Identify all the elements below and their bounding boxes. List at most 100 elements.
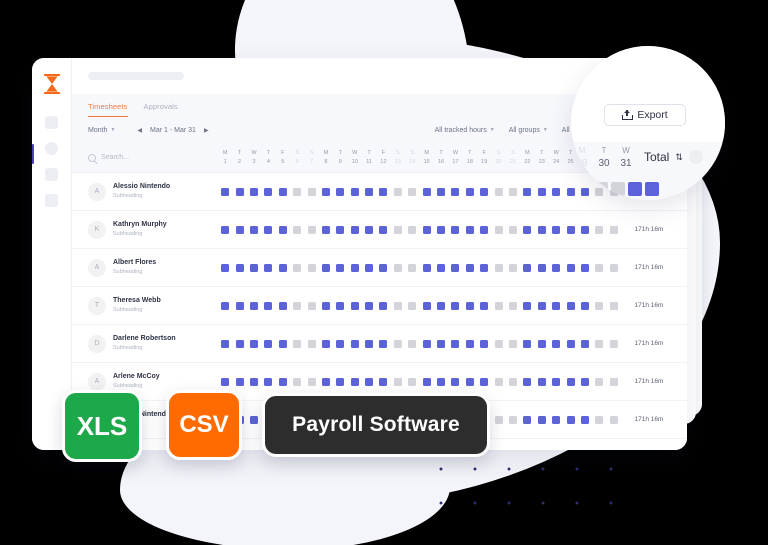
day-cell[interactable] bbox=[290, 377, 304, 386]
day-cell[interactable] bbox=[247, 377, 261, 386]
day-cell[interactable] bbox=[261, 339, 275, 348]
day-cell[interactable] bbox=[348, 263, 362, 272]
day-cell[interactable] bbox=[276, 187, 290, 196]
badge-xls[interactable]: XLS bbox=[62, 390, 142, 462]
day-cell[interactable] bbox=[391, 339, 405, 348]
day-cell[interactable] bbox=[434, 187, 448, 196]
day-cell[interactable] bbox=[592, 225, 606, 234]
day-cell[interactable] bbox=[261, 301, 275, 310]
day-cell[interactable] bbox=[477, 377, 491, 386]
day-cell[interactable] bbox=[319, 377, 333, 386]
day-cell[interactable] bbox=[463, 301, 477, 310]
day-cell[interactable] bbox=[463, 187, 477, 196]
day-cell[interactable] bbox=[448, 225, 462, 234]
day-cell[interactable] bbox=[304, 377, 318, 386]
day-cell[interactable] bbox=[477, 225, 491, 234]
day-cell[interactable] bbox=[477, 339, 491, 348]
day-cell[interactable] bbox=[304, 339, 318, 348]
day-cell[interactable] bbox=[290, 187, 304, 196]
day-cell[interactable] bbox=[376, 339, 390, 348]
day-cell[interactable] bbox=[405, 263, 419, 272]
badge-csv[interactable]: CSV bbox=[166, 390, 242, 460]
day-cell[interactable] bbox=[218, 187, 232, 196]
day-cell[interactable] bbox=[319, 187, 333, 196]
day-cell[interactable] bbox=[506, 339, 520, 348]
badge-payroll-software[interactable]: Payroll Software bbox=[262, 393, 490, 457]
day-cell[interactable] bbox=[333, 225, 347, 234]
day-cell[interactable] bbox=[592, 339, 606, 348]
day-cell[interactable] bbox=[434, 225, 448, 234]
day-cell[interactable] bbox=[491, 377, 505, 386]
day-cell[interactable] bbox=[247, 225, 261, 234]
day-cell[interactable] bbox=[290, 225, 304, 234]
day-cell[interactable] bbox=[304, 263, 318, 272]
day-cell[interactable] bbox=[434, 301, 448, 310]
day-cell[interactable] bbox=[477, 301, 491, 310]
day-cell[interactable] bbox=[578, 339, 592, 348]
sidebar-item-2[interactable] bbox=[45, 142, 58, 155]
groups-filter[interactable]: All groups ▼ bbox=[509, 127, 548, 134]
day-cell[interactable] bbox=[491, 301, 505, 310]
day-cell[interactable] bbox=[434, 263, 448, 272]
day-cell[interactable] bbox=[506, 301, 520, 310]
day-cell[interactable] bbox=[563, 301, 577, 310]
day-cell[interactable] bbox=[491, 263, 505, 272]
day-cell[interactable] bbox=[232, 263, 246, 272]
day-cell[interactable] bbox=[419, 339, 433, 348]
sidebar-item-4[interactable] bbox=[45, 194, 58, 207]
day-cell[interactable] bbox=[535, 187, 549, 196]
day-cell[interactable] bbox=[578, 377, 592, 386]
day-cell[interactable] bbox=[276, 301, 290, 310]
day-cell[interactable] bbox=[261, 377, 275, 386]
day-cell[interactable] bbox=[549, 415, 563, 424]
day-cell[interactable] bbox=[549, 301, 563, 310]
day-cell[interactable] bbox=[333, 187, 347, 196]
day-cell[interactable] bbox=[607, 225, 621, 234]
day-cell[interactable] bbox=[607, 301, 621, 310]
day-cell[interactable] bbox=[520, 263, 534, 272]
day-cell[interactable] bbox=[348, 339, 362, 348]
day-cell[interactable] bbox=[333, 301, 347, 310]
day-cell[interactable] bbox=[405, 301, 419, 310]
day-cell[interactable] bbox=[391, 377, 405, 386]
day-cell[interactable] bbox=[463, 377, 477, 386]
day-cell[interactable] bbox=[376, 225, 390, 234]
day-cell[interactable] bbox=[348, 187, 362, 196]
day-cell[interactable] bbox=[563, 263, 577, 272]
day-cell[interactable] bbox=[304, 187, 318, 196]
day-cell[interactable] bbox=[376, 301, 390, 310]
day-cell[interactable] bbox=[592, 263, 606, 272]
day-cell[interactable] bbox=[218, 301, 232, 310]
day-cell[interactable] bbox=[535, 263, 549, 272]
day-cell[interactable] bbox=[520, 301, 534, 310]
table-row[interactable]: K Kathryn Murphy Subheading 171h 16m bbox=[72, 211, 687, 249]
day-cell[interactable] bbox=[362, 263, 376, 272]
day-cell[interactable] bbox=[405, 187, 419, 196]
lens-total-header[interactable]: Total ⇅ bbox=[644, 150, 703, 164]
day-cell[interactable] bbox=[491, 415, 505, 424]
day-cell[interactable] bbox=[578, 263, 592, 272]
table-row[interactable]: T Theresa Webb Subheading 171h 16m bbox=[72, 287, 687, 325]
day-cell[interactable] bbox=[290, 263, 304, 272]
table-row[interactable]: D Darlene Robertson Subheading 171h 16m bbox=[72, 325, 687, 363]
day-cell[interactable] bbox=[362, 339, 376, 348]
day-cell[interactable] bbox=[520, 187, 534, 196]
day-cell[interactable] bbox=[607, 263, 621, 272]
day-cell[interactable] bbox=[477, 187, 491, 196]
day-cell[interactable] bbox=[578, 301, 592, 310]
day-cell[interactable] bbox=[448, 377, 462, 386]
day-cell[interactable] bbox=[607, 377, 621, 386]
day-cell[interactable] bbox=[276, 377, 290, 386]
day-cell[interactable] bbox=[448, 263, 462, 272]
day-cell[interactable] bbox=[290, 339, 304, 348]
day-cell[interactable] bbox=[506, 377, 520, 386]
day-cell[interactable] bbox=[348, 301, 362, 310]
tab-approvals[interactable]: Approvals bbox=[144, 102, 178, 117]
day-cell[interactable] bbox=[362, 377, 376, 386]
day-cell[interactable] bbox=[232, 377, 246, 386]
day-cell[interactable] bbox=[448, 187, 462, 196]
day-cell[interactable] bbox=[232, 301, 246, 310]
day-cell[interactable] bbox=[463, 225, 477, 234]
day-cell[interactable] bbox=[333, 339, 347, 348]
day-cell[interactable] bbox=[491, 339, 505, 348]
